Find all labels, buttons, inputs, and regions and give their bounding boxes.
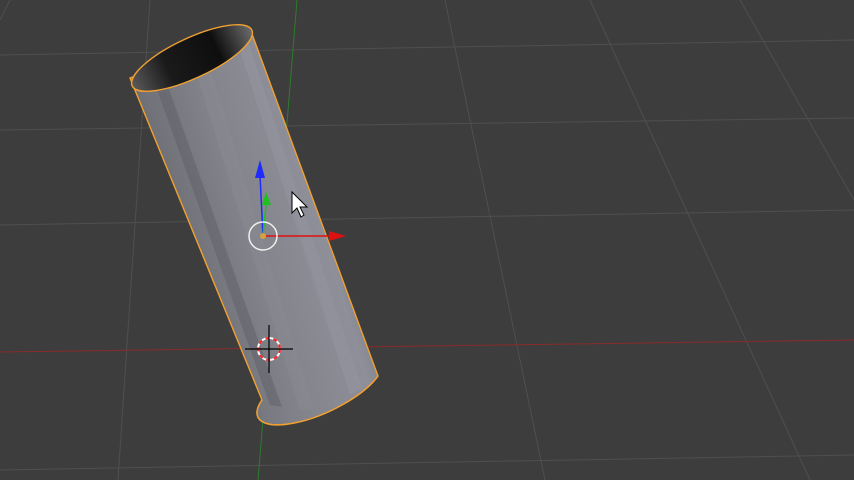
- x-axis-line: [0, 339, 854, 353]
- x-arrow-icon[interactable]: [329, 231, 346, 241]
- floor-grid: [0, 0, 854, 480]
- origin-dot-icon: [260, 233, 266, 239]
- cylinder-object[interactable]: [124, 12, 379, 426]
- 3d-viewport[interactable]: [0, 0, 854, 480]
